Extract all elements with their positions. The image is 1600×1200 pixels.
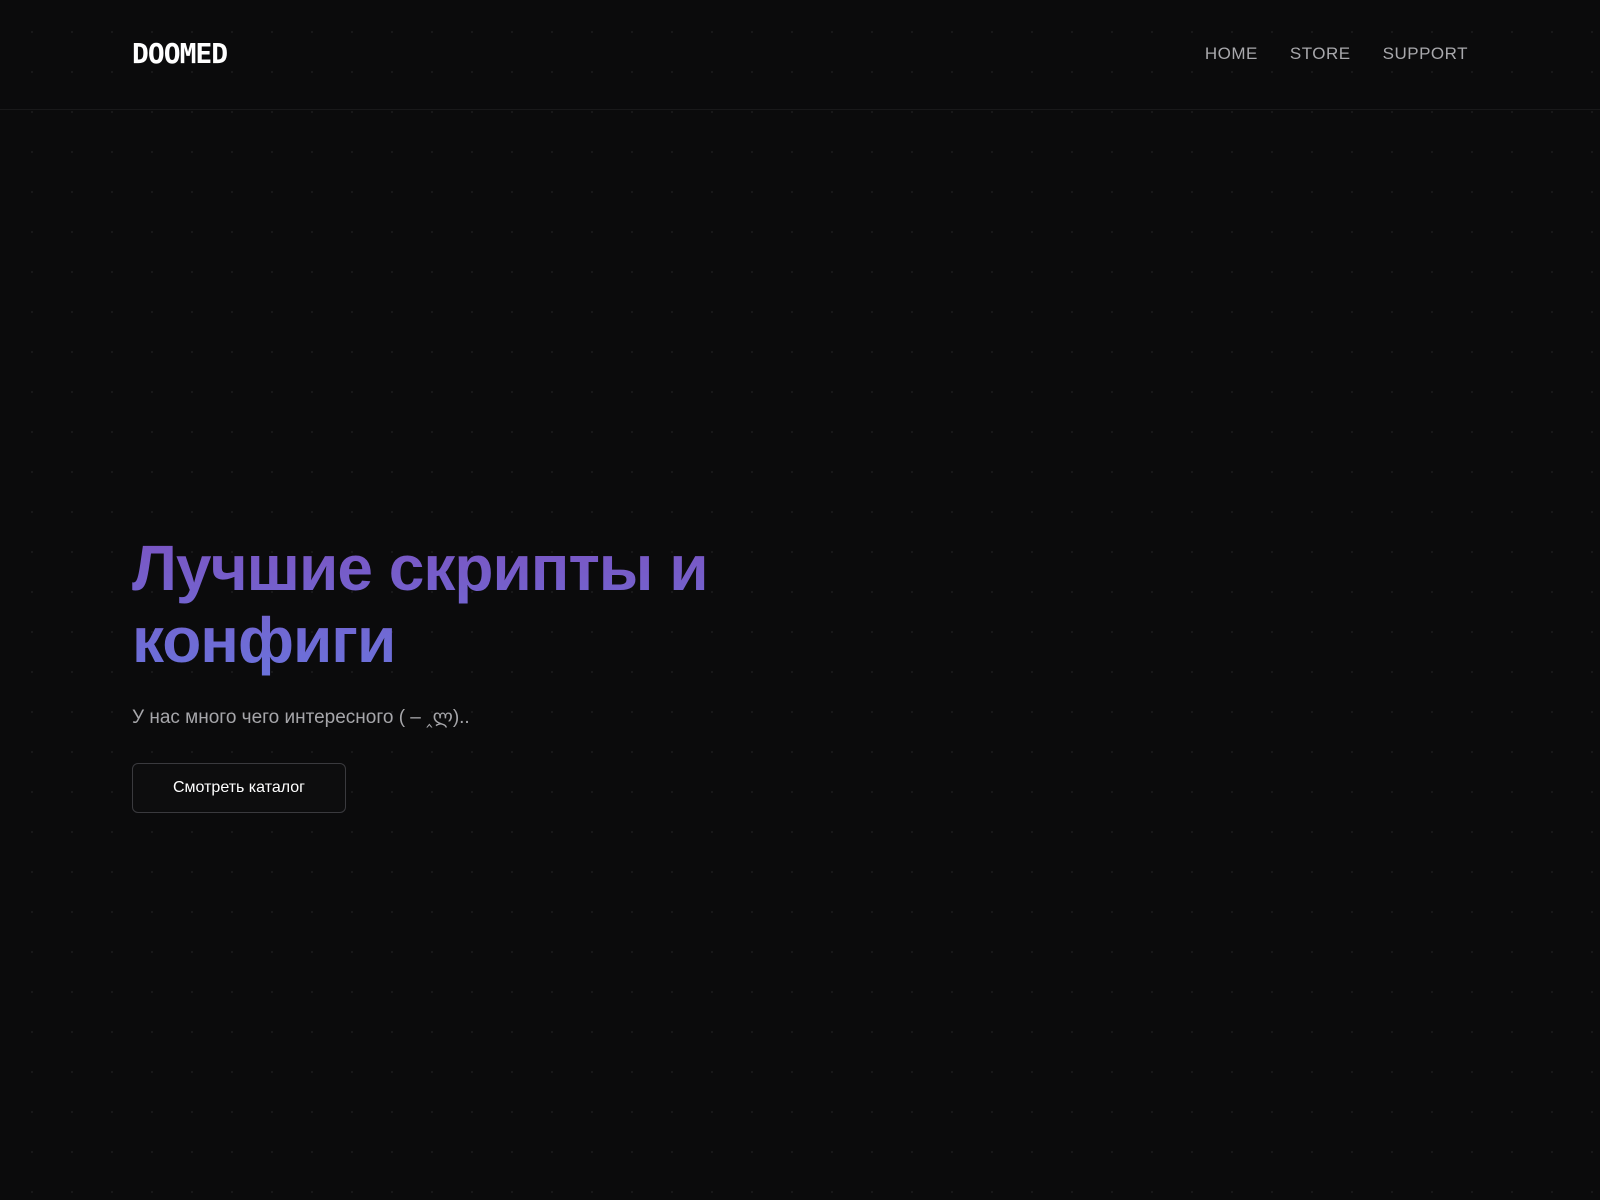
site-header: DOOMED HOME STORE SUPPORT	[0, 0, 1600, 110]
view-catalog-button[interactable]: Смотреть каталог	[132, 763, 346, 813]
hero-title: Лучшие скрипты и конфиги	[132, 532, 772, 676]
site-logo[interactable]: DOOMED	[132, 37, 228, 71]
hero-subtitle: У нас много чего интересного ( – ‸ლ)..	[132, 707, 470, 728]
nav-link-store[interactable]: STORE	[1290, 43, 1351, 65]
nav-link-support[interactable]: SUPPORT	[1383, 43, 1468, 65]
main-nav: HOME STORE SUPPORT	[1205, 43, 1468, 65]
hero-section: Лучшие скрипты и конфиги У нас много чег…	[132, 532, 772, 813]
nav-link-home[interactable]: HOME	[1205, 43, 1258, 65]
